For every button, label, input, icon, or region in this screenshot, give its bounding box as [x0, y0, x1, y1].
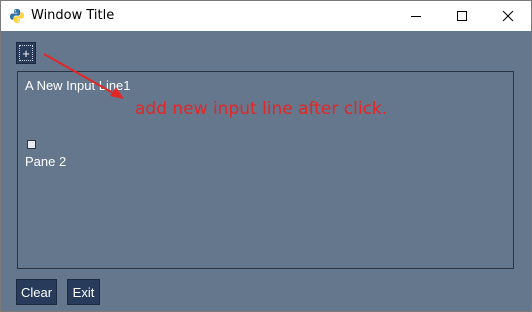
close-button[interactable] — [485, 1, 531, 31]
focus-ring — [19, 45, 33, 61]
minimize-icon — [410, 7, 422, 26]
window-content: + A New Input Line1 Pane 2 Clear Exit ad… — [1, 31, 531, 311]
exit-button[interactable]: Exit — [67, 279, 100, 305]
clear-button-label: Clear — [20, 284, 53, 300]
app-window: Window Title + A New Input Line1 Pane 2 — [0, 0, 532, 312]
clear-button[interactable]: Clear — [16, 279, 57, 305]
window-title: Window Title — [31, 8, 115, 23]
python-icon — [9, 8, 25, 24]
close-icon — [502, 7, 514, 26]
maximize-button[interactable] — [439, 1, 485, 31]
title-bar[interactable]: Window Title — [1, 1, 531, 31]
exit-button-label: Exit — [72, 284, 95, 300]
minimize-button[interactable] — [393, 1, 439, 31]
pane2-label: Pane 2 — [25, 154, 67, 169]
add-input-line-button[interactable]: + — [16, 42, 36, 64]
pane2-checkbox[interactable] — [27, 140, 36, 149]
maximize-icon — [456, 7, 468, 26]
annotation-text: add new input line after click. — [135, 99, 388, 119]
input-line-1: A New Input Line1 — [25, 78, 131, 93]
